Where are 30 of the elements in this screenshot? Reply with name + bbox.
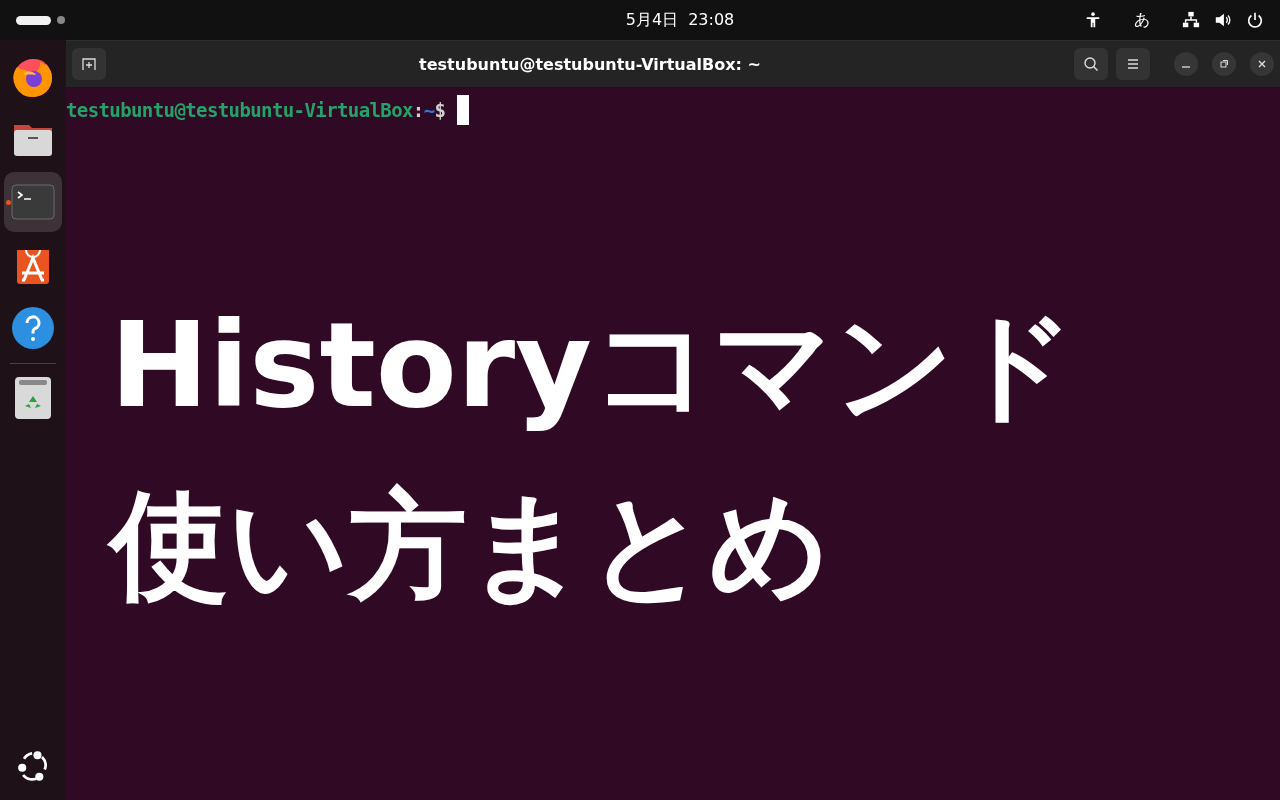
minimize-button[interactable] [1174, 52, 1198, 76]
search-icon [1083, 56, 1099, 72]
text-cursor [457, 95, 470, 125]
help-icon[interactable] [11, 306, 55, 350]
accessibility-icon[interactable] [1084, 11, 1102, 29]
new-tab-button[interactable] [72, 48, 106, 80]
terminal-area[interactable]: testubuntu@testubuntu-VirtualBox:~$ Historyコマンド 使い方まとめ [66, 87, 1280, 800]
clock-time[interactable]: 23:08 [688, 9, 735, 31]
network-icon[interactable] [1182, 11, 1200, 29]
workspace-dot-icon[interactable] [57, 16, 65, 24]
clock-date[interactable]: 5月4日 [625, 9, 679, 31]
menu-icon [1125, 56, 1141, 72]
minimize-icon [1182, 66, 1190, 68]
window-title: testubuntu@testubuntu-VirtualBox: ~ [418, 54, 762, 74]
input-method-indicator[interactable]: あ [1134, 9, 1150, 31]
restore-button[interactable] [1212, 52, 1236, 76]
headline-text: Historyコマンド [110, 295, 1077, 436]
prompt-path: ~ [423, 99, 435, 121]
close-button[interactable] [1250, 52, 1274, 76]
menu-button[interactable] [1116, 48, 1150, 80]
prompt-symbol: $ [434, 99, 446, 121]
new-tab-icon [81, 56, 97, 72]
prompt-colon: : [412, 99, 424, 121]
volume-icon[interactable] [1214, 11, 1232, 29]
workspace-indicator-icon[interactable] [16, 15, 51, 25]
prompt-user-host: testubuntu@testubuntu-VirtualBox [66, 99, 413, 121]
close-icon [1257, 59, 1267, 69]
search-button[interactable] [1074, 48, 1108, 80]
restore-icon [1219, 59, 1229, 69]
power-icon[interactable] [1246, 11, 1264, 29]
